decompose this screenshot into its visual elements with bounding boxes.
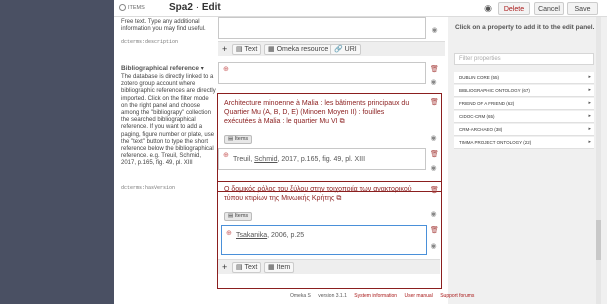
bibliographic-add-bar: + ▤ Text ▦ Item [218, 259, 440, 274]
items-label: ITEMS [128, 4, 145, 11]
system-information-link[interactable]: System information [354, 293, 397, 299]
remove-value-1-icon[interactable]: 🗑 [430, 99, 439, 106]
delete-button[interactable]: Delete [498, 2, 530, 15]
bibliographic-field-label: Bibliographical reference ▾ [121, 65, 217, 73]
vocabulary-bibliographic-ontology[interactable]: BIBLIOGRAPHIC ONTOLOGY (67) ▸ [454, 85, 594, 97]
page-header: ITEMS Spa2 · Edit ◉ Delete Cancel Save [114, 0, 607, 17]
add-omeka-resource-button[interactable]: ▦ Omeka resource [264, 44, 333, 55]
value-visibility-icon[interactable]: ◉ [430, 79, 437, 86]
resource-title-1-text: Architecture minoenne à Malia : les bâti… [224, 100, 410, 125]
footer-version: version 3.1.1 [318, 293, 347, 299]
save-button[interactable]: Save [567, 2, 598, 15]
vocabulary-foaf[interactable]: FRIEND OF A FRIEND (62) ▸ [454, 98, 594, 110]
add-item-button[interactable]: ▦ Item [264, 262, 295, 273]
chevron-right-icon: ▸ [588, 113, 591, 119]
remove-citation-2-icon[interactable]: 🗑 [430, 227, 439, 234]
language-globe-icon[interactable]: ⊕ [223, 152, 230, 159]
value-1-visibility-icon[interactable]: ◉ [430, 135, 437, 142]
page-title-separator: · [195, 2, 200, 13]
footer: Omeka S version 3.1.1 System information… [290, 293, 480, 299]
property-panel-intro: Click on a property to add it to the edi… [455, 24, 595, 31]
page-title-action: Edit [201, 2, 221, 13]
filter-properties-input[interactable]: Filter properties [454, 53, 594, 65]
resource-title-2[interactable]: Ο δομικός ρόλος του ξύλου στην τοιχοποιί… [224, 185, 416, 203]
page-title: Spa2 · Edit [169, 2, 221, 13]
support-forums-link[interactable]: Support forums [440, 293, 474, 299]
scrollbar-thumb[interactable] [596, 220, 601, 260]
citation-text-1-value: Treuil, Schmid, 2017, p.165, fig. 49, pl… [233, 156, 366, 163]
language-globe-icon[interactable]: ⊕ [223, 66, 230, 73]
chevron-right-icon: ▸ [588, 87, 591, 93]
property-selector-panel: Click on a property to add it to the edi… [448, 17, 607, 304]
citation-text-2[interactable]: ⊕ Tsakanika, 2006, p.25 [221, 225, 427, 255]
edit-panel: Free text. Type any additional informati… [114, 17, 445, 304]
vocabulary-dublin-core[interactable]: DUBLIN CORE (55) ▸ [454, 72, 594, 84]
citation-2-visibility-icon[interactable]: ◉ [430, 243, 437, 250]
add-value-icon: + [222, 262, 228, 272]
vocabulary-crm-archaeo[interactable]: CRM-ARCHAEO (38) ▸ [454, 124, 594, 136]
add-value-icon: + [222, 44, 228, 54]
items-badge-2: ▤ Items [224, 212, 253, 221]
user-manual-link[interactable]: User manual [404, 293, 432, 299]
vocabulary-timma[interactable]: TIMMA PROJECT ONTOLOGY (22) ▸ [454, 137, 594, 149]
bibliographic-field-name: Bibliographical reference [121, 65, 200, 72]
description-term: dcterms:description [121, 39, 179, 45]
resource-title-1[interactable]: Architecture minoenne à Malia : les bâti… [224, 99, 416, 126]
remove-value-icon[interactable]: 🗑 [430, 66, 439, 73]
chevron-right-icon: ▸ [588, 74, 591, 80]
bibliographic-help: The database is directly linked to a zot… [121, 74, 216, 167]
description-add-bar: + ▤ Text ▦ Omeka resource 🔗 URI [218, 41, 445, 56]
page-scrollbar[interactable] [596, 17, 601, 304]
external-link-icon[interactable]: ⧉ [340, 118, 345, 125]
description-textarea[interactable] [218, 17, 426, 39]
vocabulary-cidoc-crm[interactable]: CIDOC-CRM (65) ▸ [454, 111, 594, 123]
visibility-eye-icon[interactable]: ◉ [482, 4, 494, 13]
resource-title-2-text: Ο δομικός ρόλος του ξύλου στην τοιχοποιί… [224, 186, 412, 202]
remove-citation-1-icon[interactable]: 🗑 [430, 151, 439, 158]
add-uri-button[interactable]: 🔗 URI [330, 44, 361, 55]
add-text-button[interactable]: ▤ Text [232, 44, 262, 55]
chevron-right-icon: ▸ [588, 126, 591, 132]
citation-text-1[interactable]: ⊕ Treuil, Schmid, 2017, p.165, fig. 49, … [218, 148, 426, 170]
chevron-right-icon: ▸ [588, 100, 591, 106]
items-link[interactable]: ITEMS [119, 4, 145, 11]
items-badge-1: ▤ Items [224, 135, 253, 144]
empty-text-value[interactable]: ⊕ [218, 62, 426, 84]
remove-value-2-icon[interactable]: 🗑 [430, 187, 439, 194]
description-help: Free text. Type any additional informati… [121, 19, 206, 33]
chevron-down-icon[interactable]: ▾ [201, 66, 204, 72]
cancel-button[interactable]: Cancel [534, 2, 564, 15]
external-link-icon[interactable]: ⧉ [336, 195, 341, 202]
page-title-name: Spa2 [169, 2, 193, 13]
footer-app: Omeka S [290, 293, 311, 299]
citation-1-visibility-icon[interactable]: ◉ [430, 165, 437, 172]
add-text-button[interactable]: ▤ Text [232, 262, 262, 273]
items-icon [119, 4, 126, 11]
sidebar-navigation [0, 0, 114, 304]
chevron-right-icon: ▸ [588, 139, 591, 145]
language-globe-icon[interactable]: ⊕ [226, 230, 233, 237]
description-visibility-icon[interactable]: ◉ [431, 27, 438, 34]
bibliographic-term: dcterms:hasVersion [121, 185, 176, 191]
citation-text-2-value: Tsakanika, 2006, p.25 [236, 232, 305, 239]
value-2-visibility-icon[interactable]: ◉ [430, 211, 437, 218]
